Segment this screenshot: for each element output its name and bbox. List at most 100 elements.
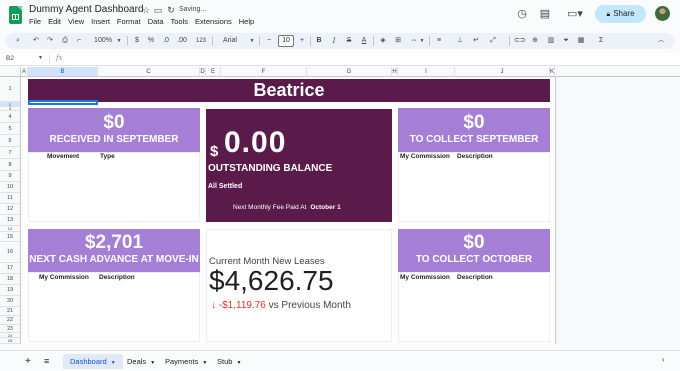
avatar[interactable]: [655, 6, 670, 21]
row-header-22[interactable]: 22: [0, 316, 21, 325]
text-wrapping-icon[interactable]: ↵: [471, 33, 481, 49]
add-sheet-icon[interactable]: +: [25, 355, 31, 368]
menu-view[interactable]: View: [68, 17, 84, 27]
menu-insert[interactable]: Insert: [91, 17, 110, 27]
search-menus-icon[interactable]: ⌕: [12, 33, 24, 49]
chevron-down-icon[interactable]: ▼: [116, 33, 122, 49]
undo-icon[interactable]: ↶: [30, 33, 42, 49]
sheets-logo-icon[interactable]: [9, 6, 22, 24]
percent-format-button[interactable]: %: [147, 33, 155, 49]
star-icon[interactable]: ☆: [141, 5, 151, 15]
italic-button[interactable]: I: [329, 33, 339, 49]
insert-link-icon[interactable]: ⊂⊃: [514, 33, 526, 49]
row-header-6[interactable]: 6: [0, 135, 21, 147]
cloud-sync-icon[interactable]: ↻: [166, 5, 176, 15]
selected-cell-b2[interactable]: [28, 100, 98, 105]
row-header-15[interactable]: 15: [0, 232, 21, 242]
arrow-down-icon: ↓: [211, 300, 219, 311]
row-header-23[interactable]: 23: [0, 325, 21, 333]
name-box[interactable]: B2: [6, 55, 14, 62]
column-header-g[interactable]: G: [307, 67, 392, 77]
row-header-11[interactable]: 11: [0, 193, 21, 204]
filter-icon[interactable]: ⏷: [561, 33, 571, 49]
row-header-9[interactable]: 9: [0, 171, 21, 182]
print-icon[interactable]: ⎙: [59, 33, 71, 49]
document-title[interactable]: Dummy Agent Dashboard: [29, 4, 144, 15]
strikethrough-button[interactable]: S: [344, 33, 354, 49]
video-icon[interactable]: ▭▾: [566, 8, 584, 20]
select-all-corner[interactable]: [0, 67, 21, 77]
menu-extensions[interactable]: Extensions: [195, 17, 232, 27]
row-header-4[interactable]: 4: [0, 111, 21, 123]
column-header-f[interactable]: F: [221, 67, 307, 77]
column-header-e[interactable]: E: [206, 67, 221, 77]
chevron-down-icon[interactable]: ▼: [419, 33, 425, 49]
menu-edit[interactable]: Edit: [48, 17, 61, 27]
row-header-10[interactable]: 10: [0, 182, 21, 193]
zoom-select[interactable]: 100%: [92, 33, 114, 49]
chevron-down-icon[interactable]: ▼: [38, 55, 43, 61]
outstanding-amount: 0.00: [224, 126, 287, 159]
row-header-20[interactable]: 20: [0, 296, 21, 307]
folder-move-icon[interactable]: ▭: [153, 5, 163, 15]
row-header-1[interactable]: 1: [0, 77, 21, 102]
font-size-input[interactable]: 10: [278, 35, 294, 47]
filter-views-icon[interactable]: ▦: [576, 33, 586, 49]
tab-payments[interactable]: Payments ▼: [158, 354, 214, 369]
redo-icon[interactable]: ↷: [44, 33, 56, 49]
tab-deals[interactable]: Deals ▼: [120, 354, 162, 369]
tab-dashboard[interactable]: Dashboard ▼: [63, 354, 123, 369]
column-header-j[interactable]: J: [455, 67, 550, 77]
row-header-5[interactable]: 5: [0, 123, 21, 135]
menu-format[interactable]: Format: [117, 17, 141, 27]
menu-tools[interactable]: Tools: [171, 17, 189, 27]
functions-button[interactable]: Σ: [596, 33, 606, 49]
row-header-19[interactable]: 19: [0, 285, 21, 296]
collapse-toolbar-icon[interactable]: ︿: [656, 33, 666, 49]
column-header-c[interactable]: C: [98, 67, 200, 77]
history-icon[interactable]: ◷: [516, 8, 528, 20]
menu-help[interactable]: Help: [239, 17, 254, 27]
column-header-b[interactable]: B: [28, 67, 98, 77]
decrease-font-size-button[interactable]: −: [264, 33, 274, 49]
more-formats-button[interactable]: 123: [194, 33, 208, 49]
increase-font-size-button[interactable]: +: [297, 33, 307, 49]
row-header-21[interactable]: 21: [0, 307, 21, 316]
bold-button[interactable]: B: [314, 33, 324, 49]
row-header-12[interactable]: 12: [0, 204, 21, 215]
currency-format-button[interactable]: $: [133, 33, 141, 49]
fill-color-icon[interactable]: ◈: [378, 33, 388, 49]
text-rotation-icon[interactable]: ⤢: [488, 33, 498, 49]
row-header-16[interactable]: 16: [0, 242, 21, 263]
divider: [509, 36, 510, 46]
paint-format-icon[interactable]: ⌐: [73, 33, 85, 49]
text-color-button[interactable]: A: [359, 33, 369, 49]
all-sheets-icon[interactable]: ≡: [44, 355, 49, 368]
decrease-decimal-button[interactable]: .0: [161, 33, 171, 49]
merge-cells-icon[interactable]: ⇔: [409, 33, 419, 49]
column-header-a[interactable]: A: [21, 67, 28, 77]
font-select[interactable]: Arial: [218, 33, 242, 49]
formula-input[interactable]: [70, 54, 670, 65]
row-header-25[interactable]: 25: [0, 338, 21, 344]
side-panel-toggle-icon[interactable]: ‹: [662, 355, 665, 364]
menu-file[interactable]: File: [29, 17, 41, 27]
insert-comment-icon[interactable]: ⊕: [530, 33, 540, 49]
row-header-17[interactable]: 17: [0, 263, 21, 274]
menu-data[interactable]: Data: [148, 17, 164, 27]
increase-decimal-button[interactable]: .00: [176, 33, 188, 49]
row-header-18[interactable]: 18: [0, 274, 21, 285]
vertical-align-icon[interactable]: ⊥: [455, 33, 465, 49]
horizontal-align-icon[interactable]: ≡: [434, 33, 444, 49]
insert-chart-icon[interactable]: ▥: [546, 33, 556, 49]
row-header-13[interactable]: 13: [0, 215, 21, 226]
row-header-7[interactable]: 7: [0, 147, 21, 159]
chevron-down-icon[interactable]: ▼: [249, 33, 255, 49]
comment-icon[interactable]: ▤: [539, 8, 551, 20]
tab-stub[interactable]: Stub ▼: [210, 354, 248, 369]
borders-icon[interactable]: ⊞: [393, 33, 403, 49]
share-button[interactable]: 🔒︎ Share: [595, 5, 646, 23]
column-header-i[interactable]: I: [398, 67, 455, 77]
row-header-8[interactable]: 8: [0, 159, 21, 171]
outstanding-label: OUTSTANDING BALANCE: [208, 163, 333, 174]
